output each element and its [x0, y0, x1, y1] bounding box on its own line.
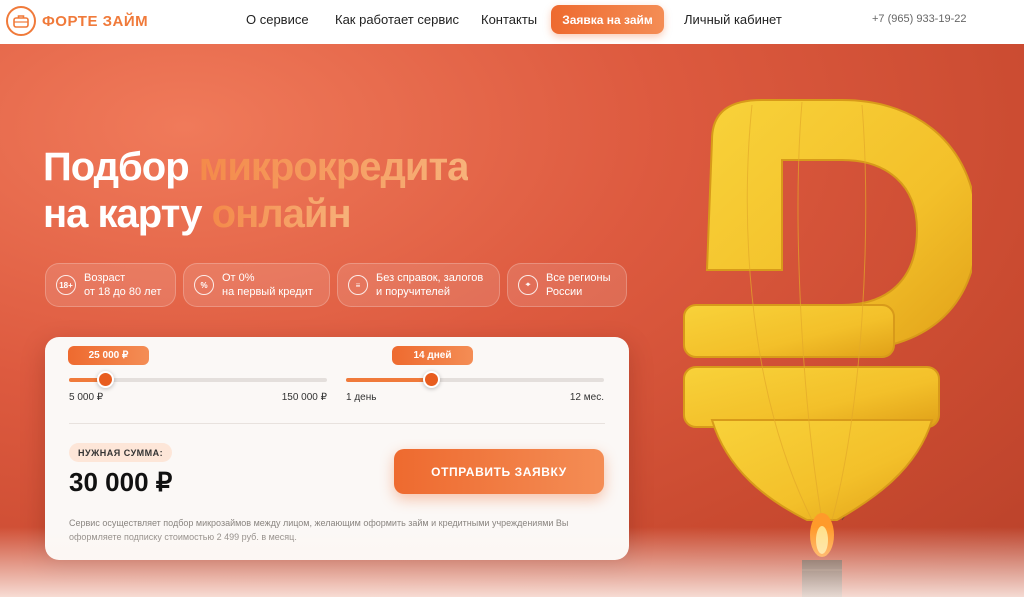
headline-line2: на карту онлайн: [43, 192, 352, 236]
feature-line1: Все регионы: [546, 272, 611, 284]
submit-application-button[interactable]: ОТПРАВИТЬ ЗАЯВКУ: [394, 449, 604, 494]
feature-chip-rate: % От 0% на первый кредит: [183, 263, 330, 307]
headline-line1-accent: микрокредита: [198, 145, 470, 189]
briefcase-icon: [6, 6, 36, 36]
feature-line2: на первый кредит: [222, 286, 313, 298]
ruble-balloon-image: [683, 99, 972, 597]
feature-chip-text: Без справок, залогов и поручителей: [376, 271, 483, 299]
map-icon: ⌖: [518, 275, 538, 295]
feature-line1: От 0%: [222, 272, 255, 284]
feature-line2: от 18 до 80 лет: [84, 286, 162, 298]
sum-value: 30 000 ₽: [69, 467, 173, 497]
headline-line2-plain: на карту: [43, 192, 212, 236]
feature-chip-age: 18+ Возраст от 18 до 80 лет: [45, 263, 176, 307]
feature-line1: Без справок, залогов: [376, 272, 484, 284]
logo-text: ФОРТЕ ЗАЙМ: [42, 12, 149, 30]
site-header: ФОРТЕ ЗАЙМ О сервисе Как работает сервис…: [0, 0, 1024, 44]
feature-line1: Возраст: [84, 272, 126, 284]
feature-chip-text: Возраст от 18 до 80 лет: [84, 271, 161, 299]
hero-bottom-fade: [0, 527, 1024, 597]
feature-chips: 18+ Возраст от 18 до 80 лет % От 0% на пер…: [45, 263, 627, 307]
phone-number[interactable]: +7 (965) 933-19-22: [872, 13, 966, 25]
sum-label: НУЖНАЯ СУММА:: [69, 443, 173, 462]
feature-chip-text: Все регионы России: [546, 271, 611, 299]
feature-chip-text: От 0% на первый кредит: [222, 271, 313, 299]
feature-chip-regions: ⌖ Все регионы России: [507, 263, 627, 307]
amount-max: 150 000 ₽: [281, 392, 327, 403]
hero-section: Подбор микрокредита на карту онлайн 18+ …: [0, 44, 1024, 597]
divider: [69, 423, 605, 424]
headline-line2-accent: онлайн: [211, 192, 352, 236]
hero-headline: Подбор микрокредита на карту онлайн: [43, 144, 470, 238]
nav-about[interactable]: О сервисе: [246, 12, 309, 27]
logo[interactable]: ФОРТЕ ЗАЙМ: [6, 6, 148, 36]
nav-contacts[interactable]: Контакты: [481, 12, 537, 27]
nav-how-it-works[interactable]: Как работает сервис: [335, 12, 459, 27]
term-max: 12 мес.: [569, 392, 604, 403]
feature-line2: и поручителей: [376, 286, 450, 298]
document-icon: ≡: [348, 275, 368, 295]
amount-slider-thumb[interactable]: [97, 371, 114, 388]
nav-account[interactable]: Личный кабинет: [684, 12, 782, 27]
amount-badge: 25 000 ₽: [68, 346, 149, 365]
term-track-fill: [346, 378, 431, 382]
age-18-icon: 18+: [56, 275, 76, 295]
term-badge: 14 дней: [392, 346, 473, 365]
term-track[interactable]: [346, 378, 604, 382]
feature-chip-docs: ≡ Без справок, залогов и поручителей: [337, 263, 500, 307]
headline-line1: Подбор микрокредита: [43, 145, 470, 189]
percent-icon: %: [194, 275, 214, 295]
feature-line2: России: [546, 286, 583, 298]
term-min: 1 день: [346, 392, 377, 403]
amount-min: 5 000 ₽: [69, 392, 104, 403]
headline-line1-plain: Подбор: [43, 145, 199, 189]
term-slider-thumb[interactable]: [423, 371, 440, 388]
loan-request-button[interactable]: Заявка на займ: [551, 5, 664, 34]
